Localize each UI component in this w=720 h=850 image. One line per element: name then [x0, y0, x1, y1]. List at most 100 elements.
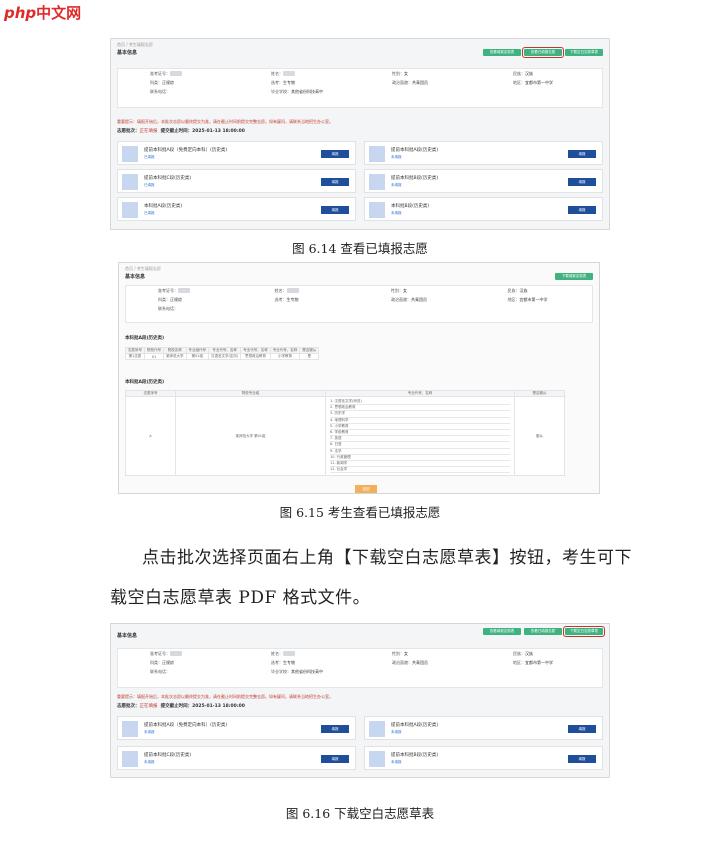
- table-cell: 是: [299, 353, 320, 360]
- php-cn-logo: php中文网: [4, 2, 81, 23]
- batch-thumb-icon: [369, 721, 385, 737]
- view-filled-button[interactable]: 查看已填报志愿: [524, 628, 562, 635]
- batch-name: 提前本科批C段(历史类): [144, 753, 192, 758]
- batch-status: 已填报: [144, 183, 155, 187]
- batch-card: 提前本科批C段(历史类) 已填报 填报: [117, 169, 356, 193]
- batch-thumb-icon: [122, 721, 138, 737]
- top-button-group: 查看填报志愿表 查看已填报志愿 下载空白志愿草表: [483, 47, 603, 58]
- table-row: A 某师范大学 第01组 1. 汉语言文学(师范) 2. 思想政治教育 3. 历…: [125, 395, 565, 477]
- batch-line: 志愿批次：正在填报 提交截止时间：2025-01-13 18:00:00: [117, 129, 245, 134]
- info-exam-no: 准考证号：: [118, 71, 239, 77]
- info-phone: 联系电话：: [150, 668, 170, 674]
- screenshot-download-blank-form: 基本信息 查看填报志愿表 查看已填报志愿 下载空白志愿草表 准考证号： 姓名： …: [110, 623, 610, 778]
- info-nation: 民族：汉族: [513, 650, 533, 656]
- fill-button[interactable]: 填报: [321, 725, 349, 733]
- table-header: 是否服从: [299, 347, 320, 354]
- table-cell: 第01组: [185, 353, 209, 360]
- fill-button[interactable]: 填报: [568, 755, 596, 763]
- figure-caption-6-15: 图 6.15 考生查看已填报志愿: [279, 505, 441, 520]
- top-button-group: 查看填报志愿表 查看已填报志愿 下载空白志愿草表: [483, 626, 605, 637]
- info-category: 科类：正规综: [150, 659, 174, 665]
- batch-thumb-icon: [369, 146, 385, 162]
- choices-table-1: 志愿序号 院校代号 院校名称 专业组代号 专业代号、名称 专业代号、名称 专业代…: [125, 347, 320, 360]
- back-button[interactable]: 返回: [355, 485, 377, 493]
- info-name: 姓名：: [243, 288, 360, 294]
- table-cell: 第1志愿: [125, 353, 145, 360]
- batch-status: 已填报: [144, 211, 155, 215]
- download-blank-button[interactable]: 下载空白志愿草表: [565, 49, 603, 56]
- breadcrumb: 首页 / 考生填报志愿: [125, 266, 161, 271]
- table-header: 志愿序号: [125, 347, 145, 354]
- info-name: 姓名：: [239, 651, 360, 657]
- batch-status: 未填报: [391, 183, 402, 187]
- batch-card-grid: 提前本科批A段（免费定向本科）(历史类) 未填报 填报 提前本科批A段(历史类) 未填…: [117, 716, 603, 770]
- batch-card: 提前本科批A段(历史类) 未填报 填报: [364, 716, 603, 740]
- table2-title: 本科批A段(历史类): [125, 380, 165, 385]
- info-gender: 性别：女: [392, 70, 408, 76]
- table-cell: 汉语言文学(定向): [207, 353, 242, 360]
- fill-button[interactable]: 填报: [321, 150, 349, 158]
- breadcrumb: 首页 / 考生填报志愿: [117, 42, 153, 47]
- fill-button[interactable]: 填报: [321, 206, 349, 214]
- table-header: 专业代号、名称: [240, 347, 271, 354]
- info-nation: 民族：汉族: [507, 287, 528, 293]
- batch-thumb-icon: [369, 174, 385, 190]
- info-category: 科类：正规综: [150, 79, 174, 85]
- download-blank-button[interactable]: 下载空白志愿草表: [563, 626, 605, 637]
- info-nation: 民族：汉族: [513, 70, 533, 76]
- table-header: 专业代号、名称: [207, 347, 242, 354]
- table-header: 专业代号、名称: [269, 347, 301, 354]
- screenshot-view-filled-choices: 首页 / 考生填报志愿 基本信息 查看填报志愿表 查看已填报志愿 下载空白志愿草…: [110, 38, 610, 230]
- batch-thumb-icon: [369, 202, 385, 218]
- info-gender: 性别：女: [391, 287, 407, 293]
- batch-name: 本科批A段(历史类): [144, 204, 183, 209]
- info-region: 地区：宜都市第一中学: [507, 296, 548, 302]
- fill-button[interactable]: 填报: [568, 150, 596, 158]
- fill-button[interactable]: 填报: [568, 178, 596, 186]
- batch-thumb-icon: [122, 202, 138, 218]
- fill-button[interactable]: 填报: [568, 206, 596, 214]
- list-item: 12. 社会学: [330, 467, 510, 474]
- view-form-button[interactable]: 查看填报志愿表: [483, 628, 521, 635]
- info-exam-no: 准考证号：: [118, 651, 239, 657]
- batch-name: 本科批B段(历史类): [391, 204, 430, 209]
- info-political: 政治面貌：共青团员: [392, 659, 428, 665]
- view-form-button[interactable]: 查看填报志愿表: [483, 49, 521, 56]
- fill-button[interactable]: 填报: [321, 755, 349, 763]
- figure-caption-6-14: 图 6.14 查看已填报志愿: [292, 241, 428, 256]
- logo-cn: 中文网: [36, 4, 82, 22]
- batch-name: 提前本科批B段(历史类): [391, 176, 439, 181]
- batch-card: 本科批B段(历史类) 未填报 填报: [364, 197, 603, 221]
- info-exam-no: 准考证号：: [126, 288, 243, 294]
- info-school: 毕业学校：其他省份科技高中: [271, 88, 323, 94]
- batch-status: 未填报: [391, 730, 402, 734]
- info-subject: 选考：生专物: [271, 659, 295, 665]
- fill-button[interactable]: 填报: [321, 178, 349, 186]
- info-phone: 联系电话：: [150, 88, 170, 94]
- batch-name: 提前本科批A段（免费定向本科）(历史类): [144, 723, 228, 728]
- batch-name: 提前本科批B段(历史类): [391, 753, 439, 758]
- batch-card: 提前本科批B段(历史类) 未填报 填报: [364, 746, 603, 770]
- download-form-button[interactable]: 下载填报志愿表: [555, 273, 593, 280]
- info-subject: 选考：生专物: [271, 79, 295, 85]
- view-filled-button[interactable]: 查看已填报志愿: [522, 47, 564, 58]
- batch-card-grid: 提前本科批A段（免费定向本科）(历史类) 已填报 填报 提前本科批A段(历史类) 未填…: [117, 141, 603, 221]
- info-gender: 性别：女: [392, 650, 408, 656]
- body-paragraph-line-2: 载空白志愿草表 PDF 格式文件。: [110, 588, 371, 608]
- table-cell: 01: [144, 353, 164, 360]
- batch-status: 未填报: [144, 730, 155, 734]
- info-political: 政治面貌：共青团员: [391, 296, 427, 302]
- info-region: 地区：宜都市第一中学: [513, 79, 553, 85]
- table-cell: 小学教育: [269, 353, 301, 360]
- body-paragraph-line-1: 点击批次选择页面右上角【下载空白志愿草表】按钮，考生可下: [142, 548, 632, 568]
- info-subject: 选考：生专物: [274, 296, 299, 302]
- batch-status: 未填报: [391, 155, 402, 159]
- info-name: 姓名：: [239, 71, 360, 77]
- batch-thumb-icon: [369, 751, 385, 767]
- batch-card: 提前本科批A段(历史类) 未填报 填报: [364, 141, 603, 165]
- student-info-panel: 准考证号： 姓名： 性别：女 民族：汉族 科类：正规综 选考：生专物 政治面貌：…: [117, 68, 603, 108]
- batch-name: 提前本科批A段(历史类): [391, 148, 439, 153]
- table-header: 院校代号: [144, 347, 164, 354]
- batch-status: 未填报: [144, 760, 155, 764]
- fill-button[interactable]: 填报: [568, 725, 596, 733]
